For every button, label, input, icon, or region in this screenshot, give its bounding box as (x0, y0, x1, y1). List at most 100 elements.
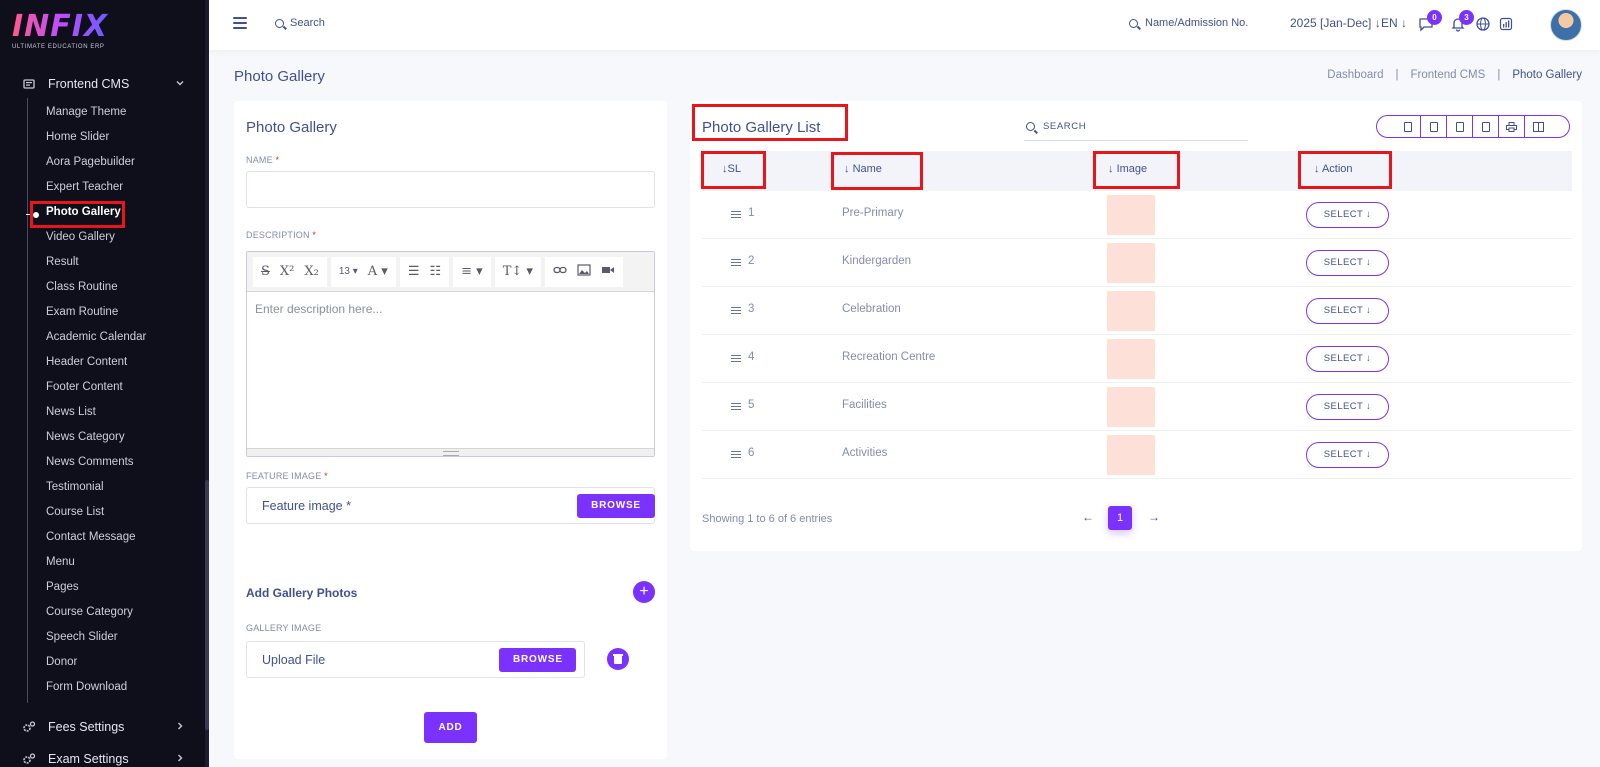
sidebar-item-exam-routine[interactable]: Exam Routine (46, 303, 118, 321)
trash-icon[interactable] (607, 648, 629, 670)
academic-year-value: 2025 [Jan-Dec] (1290, 16, 1372, 30)
columns-icon[interactable] (1525, 116, 1551, 137)
sidebar-item-speech-slider[interactable]: Speech Slider (46, 628, 118, 646)
row-name: Facilities (842, 399, 887, 411)
font-size-select[interactable]: 13 ▾ (334, 266, 363, 277)
sidebar-item-photo-gallery[interactable]: Photo Gallery (46, 203, 121, 221)
sidebar-group-exam-settings[interactable]: Exam Settings (0, 745, 205, 767)
search-icon (1129, 18, 1138, 28)
video-icon[interactable] (596, 265, 620, 278)
ordered-list-icon[interactable]: ☷ (424, 264, 446, 279)
add-gallery-row-button[interactable]: + (633, 581, 655, 603)
sidebar-scrollbar-thumb[interactable] (205, 480, 209, 730)
print-icon[interactable] (1499, 116, 1525, 137)
sidebar-item-manage-theme[interactable]: Manage Theme (46, 103, 126, 121)
sidebar-group-frontend-cms[interactable]: Frontend CMS (0, 70, 205, 98)
avatar[interactable] (1550, 9, 1582, 41)
excel-icon[interactable] (1421, 116, 1447, 137)
row-select-button[interactable]: SELECT ↓ (1306, 394, 1389, 420)
sidebar-item-news-category[interactable]: News Category (46, 428, 125, 446)
global-search[interactable]: Search (275, 17, 325, 29)
font-color-icon[interactable]: A ▾ (363, 264, 393, 279)
bell-icon[interactable]: 3 (1449, 10, 1474, 34)
drag-handle-icon[interactable] (731, 307, 741, 314)
hamburger-menu-icon[interactable] (233, 17, 247, 29)
logo[interactable]: INFIX ULTIMATE EDUCATION ERP (12, 12, 108, 51)
pdf-icon[interactable] (1473, 116, 1499, 137)
column-header-action[interactable]: ↓ Action (1314, 163, 1353, 175)
feature-image-label: FEATURE IMAGE * (246, 471, 328, 481)
description-editor[interactable]: S X² X₂ 13 ▾ A ▾ ☰ ☷ ≡ ▾ T↕ ▾ Enter desc… (246, 251, 655, 457)
sidebar-item-expert-teacher[interactable]: Expert Teacher (46, 178, 123, 196)
feature-image-browse-button[interactable]: BROWSE (577, 494, 655, 518)
sidebar-item-home-slider[interactable]: Home Slider (46, 128, 109, 146)
subscript-icon[interactable]: X₂ (299, 264, 323, 279)
row-select-button[interactable]: SELECT ↓ (1306, 250, 1389, 276)
sidebar-item-pages[interactable]: Pages (46, 578, 79, 596)
breadcrumb-frontend-cms[interactable]: Frontend CMS (1411, 69, 1486, 81)
previous-page-icon[interactable]: ← (1082, 510, 1094, 524)
sidebar-item-course-category[interactable]: Course Category (46, 603, 133, 621)
messages-badge: 0 (1427, 10, 1442, 25)
unordered-list-icon[interactable]: ☰ (403, 264, 425, 279)
row-select-button[interactable]: SELECT ↓ (1306, 202, 1389, 228)
sidebar-item-menu[interactable]: Menu (46, 553, 75, 571)
table-row: 3 Celebration SELECT ↓ (702, 287, 1572, 335)
list-search-input[interactable]: SEARCH (1024, 113, 1248, 141)
column-header-name[interactable]: ↓ Name (844, 163, 882, 175)
sidebar-item-academic-calendar[interactable]: Academic Calendar (46, 328, 146, 346)
sidebar-item-donor[interactable]: Donor (46, 653, 77, 671)
academic-year-select[interactable]: 2025 [Jan-Dec] ↓ (1290, 16, 1381, 30)
sidebar-item-result[interactable]: Result (46, 253, 79, 271)
sidebar-item-news-comments[interactable]: News Comments (46, 453, 134, 471)
link-icon[interactable] (548, 265, 572, 278)
breadcrumb-dashboard[interactable]: Dashboard (1327, 69, 1383, 81)
sidebar-item-header-content[interactable]: Header Content (46, 353, 127, 371)
column-header-image[interactable]: ↓ Image (1108, 163, 1147, 175)
gallery-image-browse-button[interactable]: BROWSE (499, 648, 576, 672)
image-icon[interactable] (572, 264, 596, 279)
globe-icon[interactable] (1474, 16, 1492, 34)
editor-resize-handle[interactable] (247, 448, 654, 456)
row-image-thumbnail (1107, 387, 1155, 427)
sidebar-scrollbar[interactable] (205, 0, 209, 767)
align-icon[interactable]: ≡ ▾ (456, 264, 488, 279)
column-header-sl[interactable]: ↓SL (722, 163, 741, 175)
sidebar-item-video-gallery[interactable]: Video Gallery (46, 228, 115, 246)
admission-search[interactable]: Name/Admission No. (1129, 17, 1248, 29)
row-select-button[interactable]: SELECT ↓ (1306, 346, 1389, 372)
row-select-button[interactable]: SELECT ↓ (1306, 442, 1389, 468)
add-button[interactable]: ADD (424, 712, 477, 743)
sidebar-group-fees-settings[interactable]: Fees Settings (0, 713, 205, 741)
sidebar-item-aora-pagebuilder[interactable]: Aora Pagebuilder (46, 153, 135, 171)
strikethrough-icon[interactable]: S (256, 264, 275, 279)
gallery-image-field[interactable]: Upload File BROWSE (246, 641, 585, 678)
current-page-button[interactable]: 1 (1108, 506, 1132, 530)
drag-handle-icon[interactable] (731, 403, 741, 410)
language-select[interactable]: EN ↓ (1381, 16, 1407, 30)
sidebar: INFIX ULTIMATE EDUCATION ERP Frontend CM… (0, 0, 209, 767)
photo-gallery-form-card: Photo Gallery NAME * DESCRIPTION * S X² … (234, 101, 667, 759)
copy-icon[interactable] (1395, 116, 1421, 137)
csv-icon[interactable] (1447, 116, 1473, 137)
sidebar-item-course-list[interactable]: Course List (46, 503, 104, 521)
sidebar-item-contact-message[interactable]: Contact Message (46, 528, 136, 546)
name-input[interactable] (246, 171, 655, 208)
drag-handle-icon[interactable] (731, 451, 741, 458)
row-name: Pre-Primary (842, 207, 904, 219)
drag-handle-icon[interactable] (731, 355, 741, 362)
sidebar-item-form-download[interactable]: Form Download (46, 678, 127, 696)
row-select-button[interactable]: SELECT ↓ (1306, 298, 1389, 324)
line-height-icon[interactable]: T↕ ▾ (498, 264, 538, 279)
sidebar-item-news-list[interactable]: News List (46, 403, 96, 421)
drag-handle-icon[interactable] (731, 259, 741, 266)
sidebar-item-footer-content[interactable]: Footer Content (46, 378, 123, 396)
sidebar-item-class-routine[interactable]: Class Routine (46, 278, 118, 296)
superscript-icon[interactable]: X² (275, 264, 299, 279)
drag-handle-icon[interactable] (731, 211, 741, 218)
feature-image-field[interactable]: Feature image * BROWSE (246, 487, 655, 524)
next-page-icon[interactable]: → (1148, 510, 1160, 524)
sidebar-item-testimonial[interactable]: Testimonial (46, 478, 104, 496)
report-icon[interactable] (1497, 16, 1515, 34)
messages-icon[interactable]: 0 (1417, 10, 1442, 34)
